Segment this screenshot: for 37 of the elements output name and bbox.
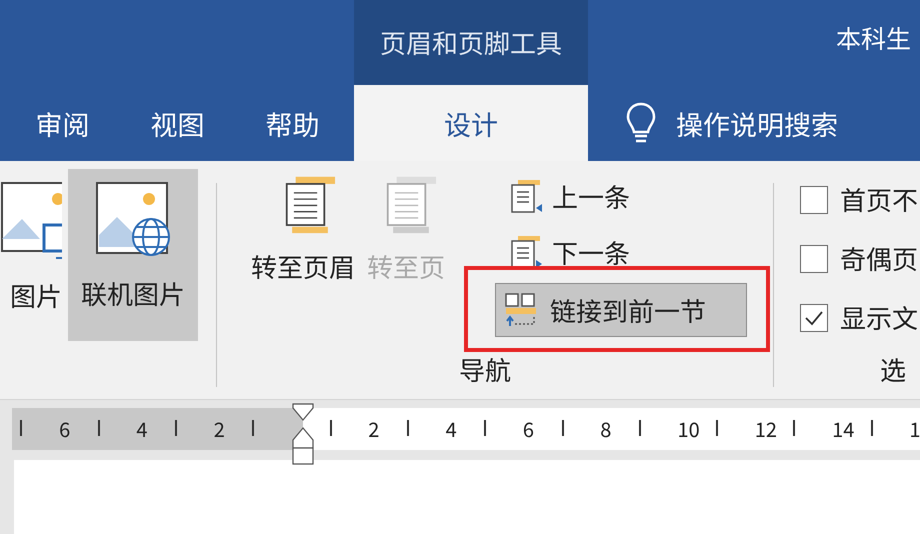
checkbox-label: 显示文 — [840, 299, 918, 336]
checkbox-label: 奇偶页 — [840, 240, 918, 277]
ribbon-button[interactable]: 链接到前一节 — [495, 283, 747, 337]
ribbon-tab[interactable]: 审阅 — [5, 85, 120, 161]
ruler-number: 10 — [678, 414, 700, 443]
ribbon-tab[interactable]: 视图 — [120, 85, 235, 161]
lightbulb-icon — [626, 102, 656, 144]
tell-me-search[interactable]: 操作说明搜索 — [676, 104, 838, 142]
group-label: 导航 — [459, 351, 512, 388]
checkbox[interactable] — [800, 304, 828, 332]
ruler-number: 6 — [59, 414, 70, 443]
link-sections-icon — [504, 292, 538, 328]
ribbon-button[interactable]: 上一条 — [505, 175, 636, 217]
ribbon-button[interactable]: 转至页眉 — [239, 175, 367, 285]
previous-section-icon — [510, 178, 544, 214]
ruler-number: 12 — [754, 414, 777, 443]
ruler-number: 1 — [909, 414, 920, 443]
ruler-number: 2 — [368, 414, 380, 443]
document-title: 本科生 — [836, 20, 912, 56]
ruler-number: 4 — [136, 414, 148, 443]
ribbon-button[interactable]: 下一条 — [505, 231, 636, 273]
ruler-number: 2 — [214, 414, 225, 443]
checkbox-label: 首页不 — [840, 181, 918, 218]
check-icon — [804, 310, 824, 326]
ruler-number: 4 — [446, 414, 457, 443]
online-picture-icon — [95, 181, 171, 257]
indent-marker[interactable] — [291, 402, 315, 466]
ribbon-tab[interactable]: 设计 — [354, 85, 588, 161]
ribbon-button[interactable]: 联机图片 — [68, 169, 198, 341]
ruler-number: 14 — [832, 414, 854, 443]
ruler-number: 6 — [522, 414, 534, 443]
checkbox[interactable] — [800, 244, 828, 272]
ruler-number: 8 — [600, 414, 612, 443]
group-label: 选 — [880, 351, 906, 388]
context-tab-group-label: 页眉和页脚工具 — [354, 0, 588, 85]
checkbox[interactable] — [800, 186, 828, 214]
ribbon-tab[interactable]: 帮助 — [235, 85, 350, 161]
